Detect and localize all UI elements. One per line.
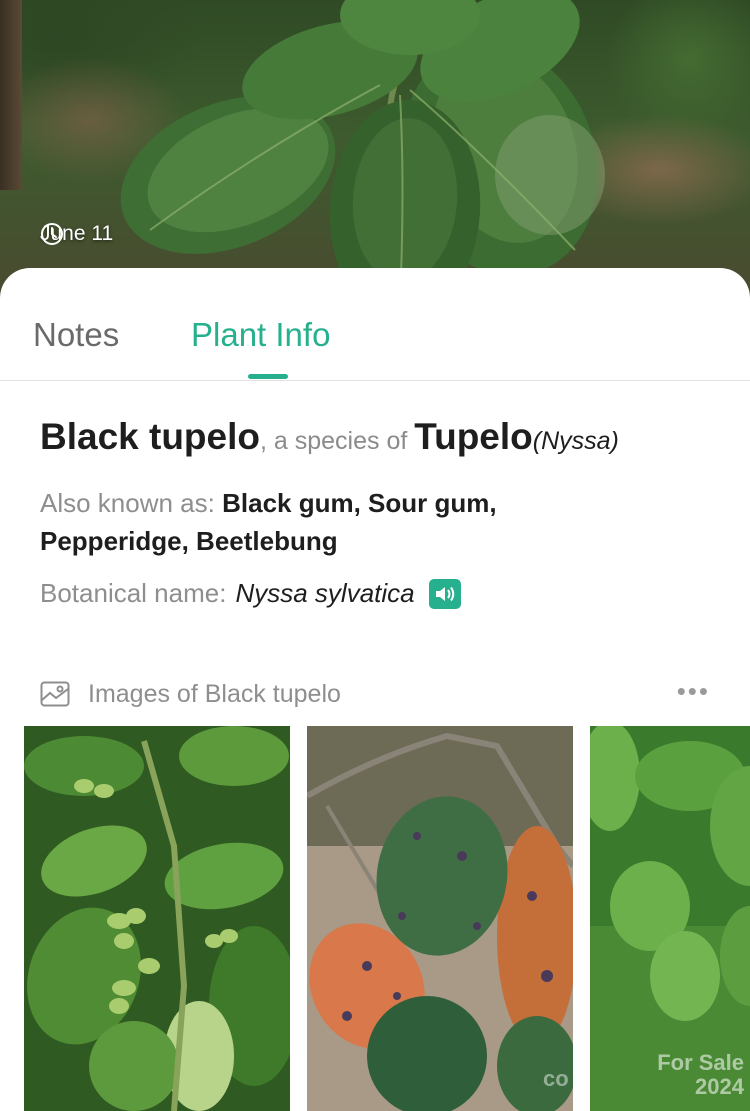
plant-common-name: Black tupelo bbox=[40, 416, 260, 457]
photo-date: June 11 bbox=[40, 222, 113, 246]
image-gallery-icon bbox=[40, 681, 70, 707]
plant-info-sheet: Notes Plant Info Black tupelo, a species… bbox=[0, 268, 750, 1111]
botanical-name-value: Nyssa sylvatica bbox=[235, 578, 415, 608]
clock-icon bbox=[41, 223, 63, 245]
species-connector-text: , a species of bbox=[260, 427, 415, 455]
active-tab-indicator bbox=[248, 374, 288, 379]
plant-title: Black tupelo, a species of Tupelo(Nyssa) bbox=[40, 416, 619, 458]
more-options-button[interactable]: ••• bbox=[677, 676, 710, 707]
also-known-as-label: Also known as: bbox=[40, 488, 215, 518]
gallery-thumbnail[interactable]: For Sale 2024 bbox=[590, 726, 750, 1111]
hero-leaves bbox=[120, 0, 605, 300]
botanical-name-label: Botanical name: bbox=[40, 578, 227, 608]
watermark-fragment: co bbox=[543, 1066, 569, 1091]
image-gallery[interactable]: co For Sale 2024 bbox=[24, 726, 750, 1111]
watermark-line2: 2024 bbox=[695, 1074, 744, 1099]
leaf-cluster-photo bbox=[24, 726, 290, 1111]
gallery-thumbnail[interactable]: co bbox=[307, 726, 573, 1111]
images-section-header: Images of Black tupelo ••• bbox=[40, 676, 710, 712]
images-section-title: Images of Black tupelo bbox=[88, 679, 341, 708]
tab-plant-info[interactable]: Plant Info bbox=[191, 316, 330, 354]
tab-notes[interactable]: Notes bbox=[33, 316, 119, 354]
watermark: For Sale 2024 bbox=[657, 1051, 744, 1099]
pronunciation-speaker-button[interactable] bbox=[428, 578, 461, 609]
genus-latin-name: (Nyssa) bbox=[532, 427, 619, 455]
autumn-leaves-photo: co bbox=[307, 726, 573, 1111]
tab-bar: Notes Plant Info bbox=[0, 268, 750, 381]
watermark-line1: For Sale bbox=[657, 1050, 744, 1075]
also-known-as: Also known as: Black gum, Sour gum, Pepp… bbox=[40, 484, 640, 560]
hero-plant-photo: June 11 bbox=[0, 0, 750, 300]
botanical-name-row: Botanical name: Nyssa sylvatica bbox=[40, 578, 461, 609]
genus-common-name[interactable]: Tupelo bbox=[414, 416, 533, 457]
gallery-thumbnail[interactable] bbox=[24, 726, 290, 1111]
speaker-icon bbox=[435, 586, 454, 601]
